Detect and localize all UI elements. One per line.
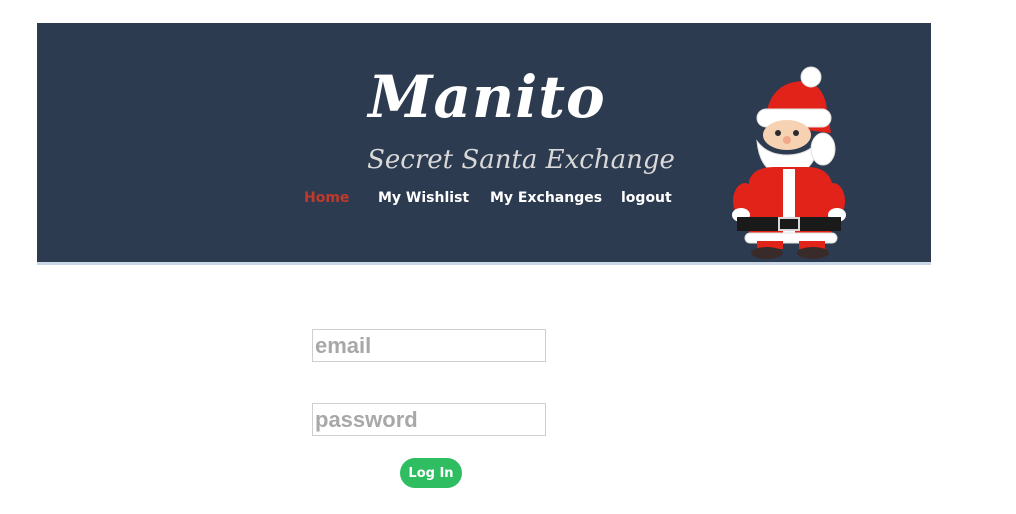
santa-claus-icon <box>732 66 846 259</box>
nav-wishlist-link[interactable]: My Wishlist <box>378 187 469 209</box>
nav-logout-link[interactable]: logout <box>621 187 672 209</box>
site-header: Manito Secret Santa Exchange Home My Wis… <box>37 23 931 265</box>
login-button[interactable]: Log In <box>400 458 462 488</box>
site-subtitle: Secret Santa Exchange <box>367 145 675 175</box>
page: Manito Secret Santa Exchange Home My Wis… <box>0 0 1016 514</box>
email-field[interactable] <box>312 329 546 362</box>
nav-exchanges-link[interactable]: My Exchanges <box>490 187 602 209</box>
nav-home-link[interactable]: Home <box>304 187 349 209</box>
password-field[interactable] <box>312 403 546 436</box>
